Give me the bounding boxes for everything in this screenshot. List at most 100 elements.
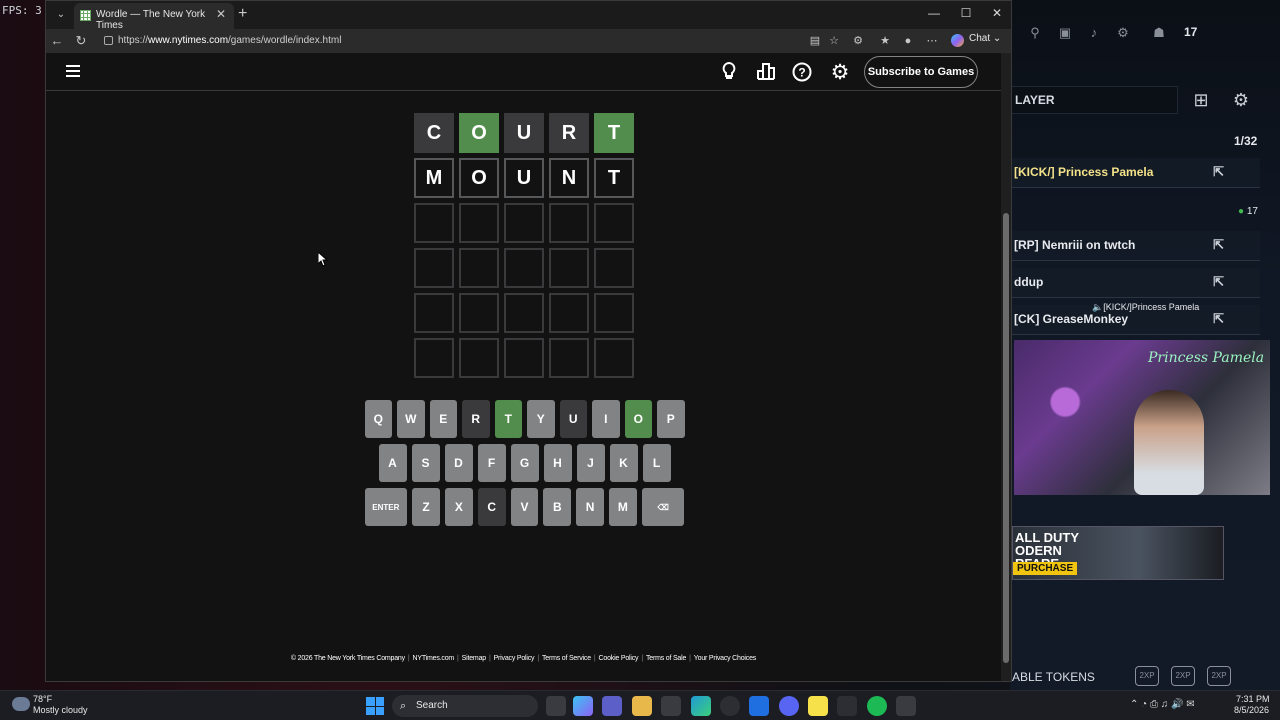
- join-icon[interactable]: ⇱: [1213, 164, 1224, 180]
- key-x[interactable]: X: [445, 488, 473, 526]
- gear-icon[interactable]: ⚙: [1226, 86, 1256, 114]
- key-y[interactable]: Y: [527, 400, 555, 438]
- help-icon[interactable]: ?: [791, 62, 813, 84]
- key-w[interactable]: W: [397, 400, 425, 438]
- game-app-icon[interactable]: [896, 696, 916, 716]
- reload-icon[interactable]: ↻: [72, 33, 90, 49]
- clock-date[interactable]: 8/5/2026: [1234, 705, 1269, 715]
- close-tab-icon[interactable]: ✕: [216, 7, 226, 21]
- key-q[interactable]: Q: [364, 400, 392, 438]
- key-j[interactable]: J: [576, 444, 605, 482]
- browser-window: ⌄ Wordle — The New York Times ✕ + — ☐ ✕ …: [45, 0, 1012, 682]
- key-v[interactable]: V: [510, 488, 539, 526]
- discord-icon[interactable]: [779, 696, 799, 716]
- members-icon[interactable]: ☗: [1151, 25, 1167, 41]
- bell-icon[interactable]: ♪: [1086, 25, 1102, 41]
- game-ad-banner[interactable]: ALL DUTY ODERN RFARE PURCHASE: [1012, 526, 1224, 580]
- key-f[interactable]: F: [477, 444, 506, 482]
- close-window-icon[interactable]: ✕: [983, 6, 1011, 24]
- edge-icon[interactable]: [691, 696, 711, 716]
- key-h[interactable]: H: [543, 444, 572, 482]
- menu-icon[interactable]: [66, 65, 80, 77]
- pin-icon[interactable]: ⚲: [1027, 25, 1043, 41]
- list-item[interactable]: [KICK/] Princess Pamela ⇱: [1010, 158, 1260, 188]
- key-a[interactable]: A: [378, 444, 407, 482]
- sticky-notes-icon[interactable]: [808, 696, 828, 716]
- key-z[interactable]: Z: [412, 488, 440, 526]
- extensions-icon[interactable]: ⚙: [851, 34, 865, 48]
- new-tab-icon[interactable]: +: [238, 5, 247, 23]
- footer-link[interactable]: Terms of Service: [542, 655, 591, 662]
- footer-link[interactable]: Terms of Sale: [646, 655, 686, 662]
- enter-key[interactable]: ENTER: [364, 488, 408, 526]
- teams-icon[interactable]: [602, 696, 622, 716]
- favorite-star-icon[interactable]: ☆: [827, 34, 841, 48]
- maximize-icon[interactable]: ☐: [952, 6, 980, 24]
- key-d[interactable]: D: [444, 444, 473, 482]
- tab-wordle[interactable]: Wordle — The New York Times ✕: [74, 3, 234, 31]
- clock-time[interactable]: 7:31 PM: [1236, 694, 1270, 704]
- speaking-indicator: 🔈[KICK/]Princess Pamela: [1092, 302, 1200, 312]
- key-g[interactable]: G: [510, 444, 539, 482]
- key-t[interactable]: T: [494, 400, 522, 438]
- file-explorer-icon[interactable]: [632, 696, 652, 716]
- stats-icon[interactable]: [755, 62, 777, 84]
- url-field[interactable]: https://www.nytimes.com/games/wordle/ind…: [100, 32, 800, 50]
- copilot-chat-button[interactable]: Chat ⌄: [951, 33, 1001, 49]
- gear-icon[interactable]: ⚙: [829, 62, 851, 84]
- tab-actions-icon[interactable]: ⌄: [50, 5, 72, 25]
- back-icon[interactable]: ←: [48, 33, 66, 49]
- key-k[interactable]: K: [609, 444, 638, 482]
- key-p[interactable]: P: [657, 400, 685, 438]
- key-n[interactable]: N: [576, 488, 604, 526]
- windows-start-icon[interactable]: [366, 697, 384, 715]
- key-o[interactable]: O: [624, 400, 652, 438]
- key-u[interactable]: U: [559, 400, 587, 438]
- reader-mode-icon[interactable]: ▤: [808, 34, 822, 48]
- key-l[interactable]: L: [642, 444, 671, 482]
- key-s[interactable]: S: [411, 444, 440, 482]
- list-item[interactable]: [RP] Nemriii on twtch ⇱: [1010, 231, 1260, 261]
- footer-link[interactable]: Cookie Policy: [599, 655, 639, 662]
- site-info-icon[interactable]: [104, 36, 113, 45]
- key-e[interactable]: E: [429, 400, 457, 438]
- settings-icon[interactable]: ⚙: [1115, 25, 1131, 41]
- steam-icon[interactable]: [720, 696, 740, 716]
- key-c[interactable]: C: [477, 488, 506, 526]
- game-board: COURT MOUNT: [414, 113, 634, 378]
- grid-icon[interactable]: ⊞: [1186, 86, 1216, 114]
- join-icon[interactable]: ⇱: [1213, 274, 1224, 290]
- lightbulb-icon[interactable]: [718, 61, 740, 84]
- footer-link[interactable]: Your Privacy Choices: [694, 655, 756, 662]
- system-tray[interactable]: ⌃ ◔ ⎙ ♫ 🔊 ✉: [1130, 699, 1195, 710]
- key-i[interactable]: I: [592, 400, 620, 438]
- minimize-icon[interactable]: —: [920, 6, 948, 24]
- more-menu-icon[interactable]: ⋯: [925, 34, 939, 48]
- inbox-icon[interactable]: ▣: [1057, 25, 1073, 41]
- subscribe-button[interactable]: Subscribe to Games: [864, 56, 978, 88]
- key-b[interactable]: B: [543, 488, 572, 526]
- page-scrollbar[interactable]: [1001, 53, 1011, 681]
- spotify-icon[interactable]: [867, 696, 887, 716]
- favorites-icon[interactable]: ★: [878, 34, 892, 48]
- list-item[interactable]: ddup ⇱: [1010, 268, 1260, 298]
- panel-search-field[interactable]: LAYER: [1010, 86, 1178, 114]
- key-m[interactable]: M: [608, 488, 637, 526]
- task-view-icon[interactable]: [546, 696, 566, 716]
- profile-icon[interactable]: ●: [901, 34, 915, 48]
- join-icon[interactable]: ⇱: [1213, 237, 1224, 253]
- backspace-key[interactable]: ⌫: [641, 488, 685, 526]
- store-icon[interactable]: [661, 696, 681, 716]
- cloud-icon[interactable]: [12, 697, 30, 711]
- weather-temp[interactable]: 78°F: [33, 694, 52, 704]
- taskbar-search[interactable]: ⌕ Search: [392, 695, 538, 717]
- obs-icon[interactable]: [837, 696, 857, 716]
- footer-link[interactable]: NYTimes.com: [413, 655, 455, 662]
- footer-link[interactable]: Sitemap: [462, 655, 486, 662]
- key-r[interactable]: R: [462, 400, 490, 438]
- join-icon[interactable]: ⇱: [1213, 311, 1224, 327]
- weather-desc[interactable]: Mostly cloudy: [33, 705, 88, 715]
- app-icon[interactable]: [749, 696, 769, 716]
- copilot-app-icon[interactable]: [573, 696, 593, 716]
- footer-link[interactable]: Privacy Policy: [494, 655, 535, 662]
